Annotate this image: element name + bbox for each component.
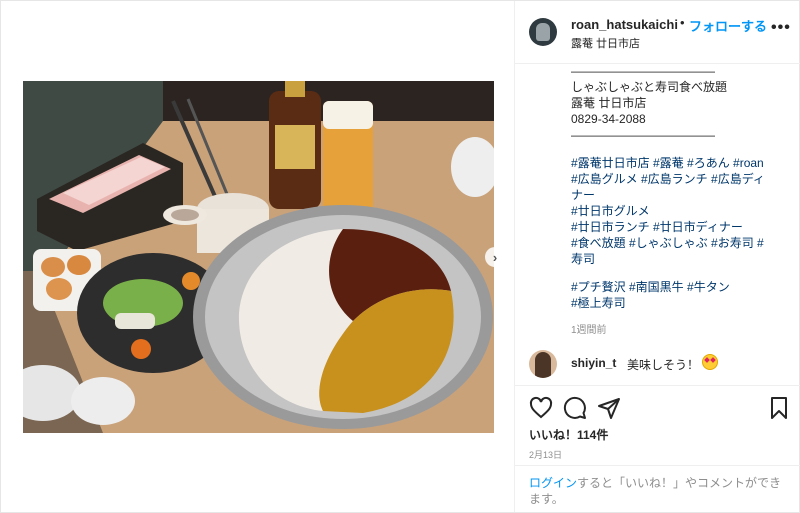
post-date: 2月13日 [529, 450, 563, 460]
like-count[interactable]: いいね！114件 [529, 426, 608, 443]
post-actions: いいね！114件 2月13日 ログインすると「いいね！」やコメントができます。 [515, 385, 800, 513]
post-header: roan_hatsukaichi • フォローする 露菴 廿日市店 ••• [515, 1, 800, 64]
comment-username[interactable]: shiyin_t [571, 356, 616, 370]
hashtag-line[interactable]: #プチ贅沢 #南国黒牛 #牛タン [571, 279, 786, 295]
hashtag-line[interactable]: #極上寿司 [571, 295, 786, 311]
separator-dot: • [680, 15, 685, 30]
post-photo[interactable] [23, 81, 494, 433]
follow-button[interactable]: フォローする [689, 16, 767, 35]
hashtag-line[interactable]: 寿司 [571, 251, 786, 267]
share-icon[interactable] [597, 396, 621, 420]
post-caption: ———————————— しゃぶしゃぶと寿司食べ放題 露菴 廿日市店 0829-… [571, 63, 786, 318]
caption-line: 露菴 廿日市店 [571, 96, 647, 110]
caption-line: しゃぶしゃぶと寿司食べ放題 [571, 80, 728, 94]
username-link[interactable]: roan_hatsukaichi [571, 17, 678, 32]
post-time-ago: 1週間前 [571, 325, 607, 336]
post-card: › roan_hatsukaichi • フォローする 露菴 廿日市店 ••• … [0, 0, 800, 513]
bookmark-icon[interactable] [767, 396, 791, 420]
hashtag-line[interactable]: #露菴廿日市店 #露菴 #ろあん #roan [571, 155, 786, 171]
post-media: › [1, 1, 514, 512]
caption-line: 0829-34-2088 [571, 112, 646, 126]
comment-text: 美味しそう！ [627, 358, 700, 372]
divider [515, 465, 800, 466]
comment-item: shiyin_t 美味しそう！ [529, 350, 789, 378]
hashtag-line[interactable]: #廿日市グルメ [571, 203, 786, 219]
login-link[interactable]: ログイン [529, 476, 577, 490]
more-dots-icon[interactable]: ••• [771, 20, 791, 36]
comment-icon[interactable] [563, 396, 587, 420]
comment-avatar[interactable] [529, 350, 557, 378]
login-prompt: ログインすると「いいね！」やコメントができます。 [529, 475, 789, 507]
caption-line: ———————————— [571, 128, 715, 142]
caption-line: ———————————— [571, 64, 715, 78]
location-link[interactable]: 露菴 廿日市店 [571, 35, 640, 51]
avatar[interactable] [529, 18, 557, 46]
hashtag-line[interactable]: ナー [571, 187, 786, 203]
next-photo-button[interactable]: › [485, 247, 505, 267]
hashtag-line[interactable]: #食べ放題 #しゃぶしゃぶ #お寿司 # [571, 235, 786, 251]
post-side-panel: roan_hatsukaichi • フォローする 露菴 廿日市店 ••• ——… [514, 1, 800, 512]
hashtag-line[interactable]: #廿日市ランチ #廿日市ディナー [571, 219, 786, 235]
heart-icon[interactable] [529, 396, 553, 420]
heart-eyes-emoji-icon [702, 354, 718, 370]
hashtag-line[interactable]: #広島グルメ #広島ランチ #広島ディ [571, 171, 786, 187]
